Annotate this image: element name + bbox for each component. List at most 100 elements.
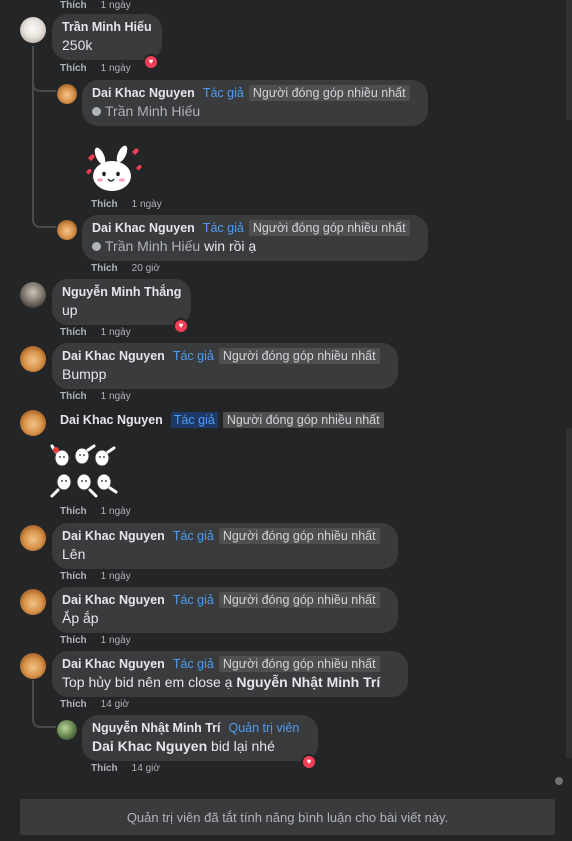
comment-header: Dai Khac Nguyen Tác giả Người đóng góp n… (60, 412, 384, 428)
like-button[interactable]: Thích (60, 635, 87, 646)
like-button[interactable]: Thích (60, 571, 87, 582)
thread-line (32, 46, 34, 220)
comment-text: win rồi ạ (204, 238, 257, 254)
timestamp[interactable]: 1 ngày (101, 571, 131, 582)
comment-author[interactable]: Nguyễn Nhật Minh Trí (92, 720, 220, 736)
scroll-indicator[interactable] (555, 777, 563, 785)
top-contributor-badge: Người đóng góp nhiều nhất (222, 412, 384, 428)
thread-connector (32, 206, 56, 228)
bunny-love-sticker[interactable] (82, 142, 146, 196)
tag-icon (92, 242, 101, 251)
timestamp[interactable]: 14 giờ (101, 699, 129, 710)
avatar[interactable] (20, 282, 46, 308)
avatar[interactable] (20, 525, 46, 551)
author-badge: Tác giả (202, 221, 244, 235)
tagged-user[interactable]: Trần Minh Hiếu (105, 103, 200, 119)
timestamp[interactable]: 1 ngày (101, 391, 131, 402)
comment-text: Ắp ắp (62, 610, 99, 626)
comment-author[interactable]: Dai Khac Nguyen (92, 85, 195, 101)
like-button[interactable]: Thích (91, 199, 118, 210)
like-button[interactable]: Thích (60, 391, 87, 402)
comment-text: Lên (62, 546, 86, 562)
timestamp[interactable]: 1 ngày (132, 199, 162, 210)
heart-icon: ♥ (303, 756, 315, 768)
comment-bubble: Dai Khac Nguyen Tác giả Người đóng góp n… (52, 523, 398, 569)
timestamp[interactable]: 1 ngày (101, 635, 131, 646)
like-button[interactable]: Thích (91, 263, 118, 274)
avatar[interactable] (20, 410, 46, 436)
timestamp[interactable]: 14 giờ (132, 763, 160, 774)
comment-text: Bumpp (62, 366, 107, 382)
heart-icon: ♥ (145, 56, 157, 68)
comment-bubble: Dai Khac Nguyen Tác giả Người đóng góp n… (82, 215, 428, 261)
top-contributor-badge: Người đóng góp nhiều nhất (248, 85, 410, 101)
comment-author[interactable]: Dai Khac Nguyen (62, 592, 165, 608)
page-edge (566, 0, 572, 120)
comment-bubble: Nguyễn Nhật Minh Trí Quản trị viên Dai K… (82, 715, 318, 761)
comment-actions: Thích 1 ngày (60, 327, 131, 339)
comment-actions: Thích 1 ngày (60, 635, 131, 647)
reaction-badge[interactable]: ♥ (301, 754, 317, 770)
reaction-badge[interactable]: ♥ (173, 318, 189, 334)
comments-disabled-notice: Quản trị viên đã tắt tính năng bình luận… (20, 799, 555, 835)
timestamp[interactable]: 1 ngày (101, 63, 131, 74)
comment-text: 250k (62, 37, 93, 53)
top-contributor-badge: Người đóng góp nhiều nhất (218, 528, 380, 544)
comment-actions: Thích 1 ngày (60, 506, 131, 518)
timestamp[interactable]: 1 ngày (101, 0, 131, 11)
comment-actions: Thích 1 ngày (60, 0, 131, 12)
author-badge: Tác giả (172, 349, 214, 363)
like-button[interactable]: Thích (60, 699, 87, 710)
heart-icon: ♥ (175, 320, 187, 332)
comment-actions: Thích 1 ngày (91, 199, 162, 211)
comment-author[interactable]: Dai Khac Nguyen (60, 412, 163, 428)
avatar[interactable] (57, 84, 77, 104)
reaction-badge[interactable]: ♥ (143, 54, 159, 70)
comment-actions: Thích 20 giờ (91, 263, 160, 275)
comment-author[interactable]: Nguyễn Minh Thắng (62, 284, 181, 300)
author-badge: Tác giả (172, 593, 214, 607)
dancing-cats-sticker[interactable] (50, 444, 118, 498)
top-contributor-badge: Người đóng góp nhiều nhất (218, 348, 380, 364)
comment-text: bid lại nhé (211, 738, 275, 754)
comment-bubble: Dai Khac Nguyen Tác giả Người đóng góp n… (82, 80, 428, 126)
timestamp[interactable]: 1 ngày (101, 506, 131, 517)
author-badge: Tác giả (170, 412, 218, 428)
comment-actions: Thích 1 ngày (60, 391, 131, 403)
top-contributor-badge: Người đóng góp nhiều nhất (218, 592, 380, 608)
admin-badge: Quản trị viên (228, 721, 300, 735)
avatar[interactable] (20, 17, 46, 43)
tag-icon (92, 107, 101, 116)
comment-actions: Thích 14 giờ (60, 699, 129, 711)
comment-author[interactable]: Dai Khac Nguyen (62, 528, 165, 544)
author-badge: Tác giả (172, 529, 214, 543)
avatar[interactable] (57, 220, 77, 240)
comment-text: up (62, 302, 78, 318)
timestamp[interactable]: 20 giờ (132, 263, 160, 274)
avatar[interactable] (20, 653, 46, 679)
like-button[interactable]: Thích (60, 327, 87, 338)
comment-text: Top hủy bid nên em close ạ (62, 674, 233, 690)
comment-bubble: Nguyễn Minh Thắng up (52, 279, 191, 325)
timestamp[interactable]: 1 ngày (101, 327, 131, 338)
like-button[interactable]: Thích (60, 506, 87, 517)
avatar[interactable] (20, 346, 46, 372)
like-button[interactable]: Thích (60, 63, 87, 74)
comment-actions: Thích 1 ngày (60, 63, 131, 75)
comment-actions: Thích 1 ngày (60, 571, 131, 583)
mentioned-user[interactable]: Dai Khac Nguyen (92, 738, 207, 754)
tagged-user[interactable]: Trần Minh Hiếu (105, 238, 200, 254)
mentioned-user[interactable]: Nguyễn Nhật Minh Trí (236, 674, 380, 690)
comment-author[interactable]: Dai Khac Nguyen (62, 348, 165, 364)
top-contributor-badge: Người đóng góp nhiều nhất (218, 656, 380, 672)
comment-bubble: Dai Khac Nguyen Tác giả Người đóng góp n… (52, 587, 398, 633)
comment-author[interactable]: Dai Khac Nguyen (92, 220, 195, 236)
comment-bubble: Trần Minh Hiếu 250k (52, 14, 162, 60)
avatar[interactable] (20, 589, 46, 615)
comment-author[interactable]: Trần Minh Hiếu (62, 19, 152, 35)
like-button[interactable]: Thích (91, 763, 118, 774)
comment-bubble: Dai Khac Nguyen Tác giả Người đóng góp n… (52, 651, 408, 697)
avatar[interactable] (57, 720, 77, 740)
comment-author[interactable]: Dai Khac Nguyen (62, 656, 165, 672)
like-button[interactable]: Thích (60, 0, 87, 11)
